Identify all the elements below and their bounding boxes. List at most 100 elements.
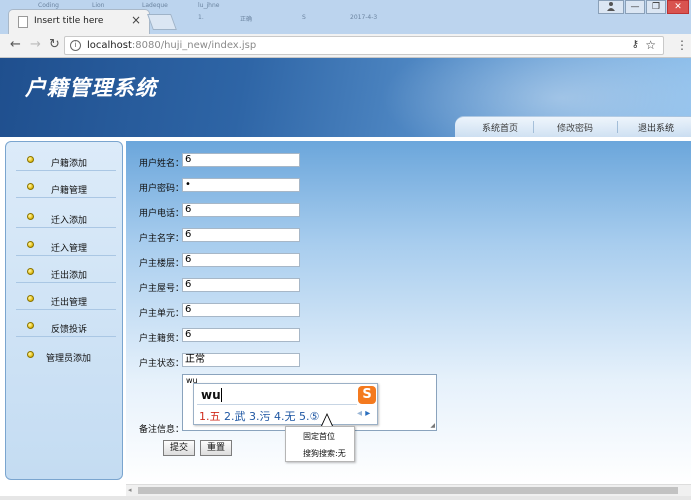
field-label: 户主单元： [139, 309, 185, 319]
reload-icon[interactable]: ↻ [49, 38, 60, 52]
sidebar-item-label: 迁入添加 [51, 216, 88, 226]
householder-origin-input[interactable]: 6 [182, 328, 300, 342]
divider [16, 309, 116, 310]
bullet-icon [27, 156, 34, 163]
nav-logout[interactable]: 退出系统 [638, 121, 674, 134]
bullet-icon [27, 183, 34, 190]
sidebar-item-label: 迁出管理 [51, 298, 88, 308]
menu-item-pin-first[interactable]: 固定首位 [303, 431, 335, 442]
close-window-button[interactable]: ✕ [667, 0, 689, 14]
background-text: Coding [38, 2, 59, 9]
ime-candidate[interactable]: 4.无 [274, 410, 296, 423]
field-label: 备注信息： [139, 425, 185, 435]
reset-button[interactable]: 重置 [200, 440, 233, 456]
tab-insert-title[interactable]: Insert title here × [8, 9, 150, 34]
background-text: 2017-4-3 [350, 14, 378, 21]
back-icon[interactable]: ← [10, 38, 21, 52]
submit-button[interactable]: 提交 [163, 440, 196, 456]
divider [197, 404, 357, 405]
bullet-icon [27, 268, 34, 275]
sidebar-item-move-in-manage[interactable]: 迁入管理 [6, 237, 122, 259]
sidebar-item-label: 户籍添加 [51, 159, 88, 169]
sidebar-item-label: 迁出添加 [51, 271, 88, 281]
close-tab-icon[interactable]: × [131, 13, 141, 27]
scrollbar-thumb[interactable] [138, 487, 678, 494]
sidebar-item-admin-add[interactable]: 管理员添加 [6, 347, 122, 369]
system-title: 户籍管理系统 [25, 76, 157, 100]
nav-home[interactable]: 系统首页 [482, 121, 518, 134]
key-icon[interactable]: ⚷ [632, 39, 639, 50]
browser-tab-strip: Coding Lion Ladeque lu_jhne 1. 正确 S 2017… [0, 0, 691, 34]
nav-divider [533, 121, 534, 133]
address-bar[interactable]: i localhost:8080/huji_new/index.jsp ⚷ ☆ [64, 36, 664, 55]
resize-grip-icon[interactable]: ◢ [430, 423, 435, 429]
ime-candidate[interactable]: 1.五 [199, 410, 221, 423]
field-label: 用户密码： [139, 184, 185, 194]
phone-input[interactable]: 6 [182, 203, 300, 217]
divider [16, 197, 116, 198]
ime-caret [221, 388, 222, 402]
ime-candidate[interactable]: 5.⑤ [299, 410, 319, 423]
password-input[interactable]: • [182, 178, 300, 192]
divider [16, 282, 116, 283]
householder-status-input[interactable]: 正常 [182, 353, 300, 367]
field-label: 用户姓名： [139, 159, 185, 169]
chevron-right-icon[interactable]: ▸ [365, 408, 370, 419]
ime-pinyin: wu [201, 388, 221, 402]
bullet-icon [27, 322, 34, 329]
bookmark-star-icon[interactable]: ☆ [645, 38, 656, 52]
browser-menu-icon[interactable]: ⋮ [676, 38, 688, 52]
sidebar-item-label: 管理员添加 [46, 354, 92, 364]
field-label: 户主名字： [139, 234, 185, 244]
bottom-border [0, 496, 691, 500]
sidebar-item-household-manage[interactable]: 户籍管理 [6, 179, 122, 201]
info-icon[interactable]: i [70, 40, 81, 51]
sidebar-item-feedback[interactable]: 反馈投诉 [6, 318, 122, 340]
mouse-pointer-icon [322, 415, 332, 426]
username-input[interactable]: 6 [182, 153, 300, 167]
main-content: 用户姓名： 6 用户密码： • 用户电话： 6 户主名字： 6 户主楼层： 6 … [126, 141, 691, 484]
householder-floor-input[interactable]: 6 [182, 253, 300, 267]
left-sidebar: 户籍添加 户籍管理 迁入添加 迁入管理 迁出添加 迁出管理 反馈投诉 管理员添加 [5, 141, 123, 480]
sidebar-item-label: 反馈投诉 [51, 325, 88, 335]
chevron-left-icon[interactable]: ◂ [357, 408, 362, 419]
sidebar-item-household-add[interactable]: 户籍添加 [6, 152, 122, 174]
bullet-icon [27, 241, 34, 248]
user-icon[interactable] [598, 0, 624, 14]
ime-candidate-window: wu S 1.五 2.武 3.污 4.无 5.⑤ ◂ ▸ [193, 383, 378, 425]
restore-button[interactable]: ❐ [646, 0, 666, 14]
horizontal-scrollbar[interactable]: ◂ [126, 484, 691, 496]
new-tab-button[interactable] [147, 14, 177, 30]
background-text: 1. [198, 14, 204, 21]
nav-change-password[interactable]: 修改密码 [557, 121, 593, 134]
url-text[interactable]: localhost:8080/huji_new/index.jsp [87, 40, 256, 51]
menu-item-sogou-search[interactable]: 搜狗搜索:无 [303, 448, 346, 459]
field-label: 户主楼层： [139, 259, 185, 269]
background-text: Ladeque [142, 2, 168, 9]
divider [16, 227, 116, 228]
sidebar-item-move-out-add[interactable]: 迁出添加 [6, 264, 122, 286]
minimize-button[interactable]: — [625, 0, 645, 14]
divider [16, 336, 116, 337]
sidebar-item-move-in-add[interactable]: 迁入添加 [6, 209, 122, 231]
householder-room-input[interactable]: 6 [182, 278, 300, 292]
bullet-icon [27, 213, 34, 220]
scroll-left-icon[interactable]: ◂ [128, 486, 132, 494]
sidebar-item-move-out-manage[interactable]: 迁出管理 [6, 291, 122, 313]
background-text: lu_jhne [198, 2, 220, 9]
background-text: 正确 [240, 16, 253, 23]
ime-candidate[interactable]: 2.武 [224, 410, 246, 423]
browser-toolbar: ← → ↻ i localhost:8080/huji_new/index.js… [0, 34, 691, 58]
person-icon [607, 2, 615, 11]
bullet-icon [27, 295, 34, 302]
sogou-logo-icon[interactable]: S [358, 386, 376, 404]
sidebar-item-label: 户籍管理 [51, 186, 88, 196]
ime-candidate[interactable]: 3.污 [249, 410, 271, 423]
field-label: 户主屋号： [139, 284, 185, 294]
nav-divider [617, 121, 618, 133]
ime-context-menu: 固定首位 搜狗搜索:无 [285, 426, 355, 462]
householder-unit-input[interactable]: 6 [182, 303, 300, 317]
forward-icon[interactable]: → [30, 38, 41, 52]
householder-name-input[interactable]: 6 [182, 228, 300, 242]
divider [16, 255, 116, 256]
